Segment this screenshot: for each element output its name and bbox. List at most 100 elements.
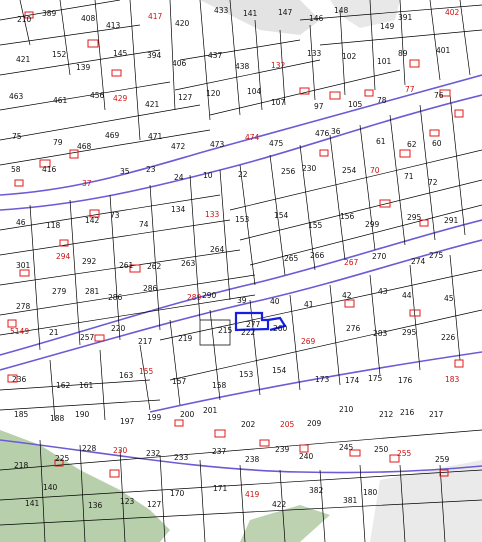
parcel-label[interactable]: 276	[346, 324, 361, 333]
parcel-label[interactable]: 279	[52, 287, 67, 296]
parcel-label[interactable]: 215	[218, 326, 233, 335]
parcel-label[interactable]: 162	[56, 381, 71, 390]
parcel-label[interactable]: 286	[108, 293, 123, 302]
parcel-label[interactable]: 170	[170, 489, 185, 498]
parcel-label[interactable]: 228	[82, 444, 97, 453]
parcel-label[interactable]: 173	[315, 375, 330, 384]
parcel-label[interactable]: 10	[203, 171, 213, 180]
parcel-label[interactable]: 413	[106, 21, 121, 30]
parcel-label[interactable]: 134	[171, 205, 186, 214]
parcel-label[interactable]: 132	[271, 61, 286, 70]
parcel-label[interactable]: 21	[49, 328, 59, 337]
parcel-label[interactable]: 154	[272, 366, 287, 375]
parcel-label[interactable]: 226	[441, 333, 456, 342]
parcel-label[interactable]: 171	[213, 484, 228, 493]
parcel-label[interactable]: 176	[398, 376, 413, 385]
parcel-label[interactable]: 202	[241, 420, 256, 429]
parcel-label[interactable]: 155	[139, 367, 154, 376]
parcel-label[interactable]: 261	[119, 261, 134, 270]
parcel-label[interactable]: 153	[235, 215, 250, 224]
parcel-label[interactable]: 158	[212, 381, 227, 390]
parcel-label[interactable]: 75	[12, 132, 22, 141]
parcel-label[interactable]: 35	[120, 167, 130, 176]
parcel-label[interactable]: 107	[271, 98, 286, 107]
parcel-label[interactable]: 421	[16, 55, 31, 64]
parcel-label[interactable]: 145	[113, 49, 128, 58]
parcel-label[interactable]: 292	[82, 257, 97, 266]
parcel-label[interactable]: 175	[368, 374, 383, 383]
parcel-label[interactable]: 401	[436, 46, 451, 55]
parcel-label[interactable]: 218	[14, 461, 29, 470]
parcel-label[interactable]: 188	[50, 414, 65, 423]
parcel-label[interactable]: 230	[302, 164, 317, 173]
parcel-label[interactable]: 209	[307, 419, 322, 428]
parcel-label[interactable]: 437	[208, 51, 223, 60]
parcel-label[interactable]: 406	[172, 59, 187, 68]
parcel-label[interactable]: 40	[270, 297, 280, 306]
parcel-label[interactable]: 299	[365, 220, 380, 229]
parcel-label[interactable]: 210	[17, 15, 32, 24]
parcel-label[interactable]: 142	[85, 216, 100, 225]
parcel-label[interactable]: 157	[172, 377, 187, 386]
parcel-label[interactable]: 42	[342, 291, 352, 300]
parcel-label[interactable]: 163	[119, 371, 134, 380]
parcel-label[interactable]: 155	[308, 221, 323, 230]
parcel-label[interactable]: 474	[245, 133, 260, 142]
parcel-label[interactable]: 476	[315, 129, 330, 138]
parcel-label[interactable]: 408	[81, 14, 96, 23]
parcel-label[interactable]: 118	[46, 221, 61, 230]
parcel-label[interactable]: 461	[53, 96, 68, 105]
parcel-label[interactable]: 22	[238, 170, 248, 179]
parcel-label[interactable]: 232	[146, 449, 161, 458]
parcel-label[interactable]: 278	[16, 302, 31, 311]
parcel-label[interactable]: 240	[299, 452, 314, 461]
parcel-label[interactable]: 260	[273, 324, 288, 333]
parcel-label[interactable]: 127	[178, 93, 193, 102]
parcel-label[interactable]: 259	[435, 455, 450, 464]
cadastral-map[interactable]: 210 389 408 413 417 420 433 141 147 146 148 149 391 4…	[0, 0, 482, 542]
parcel-label[interactable]: 236	[12, 375, 27, 384]
parcel-label[interactable]: 238	[245, 455, 260, 464]
parcel-label[interactable]: 71	[404, 172, 414, 181]
parcel-label[interactable]: 473	[210, 140, 225, 149]
parcel-label[interactable]: 283	[373, 329, 388, 338]
parcel-label[interactable]: 120	[206, 89, 221, 98]
parcel-label[interactable]: 265	[284, 254, 299, 263]
parcel-label[interactable]: 245	[339, 443, 354, 452]
parcel-label[interactable]: 471	[148, 132, 163, 141]
parcel-label[interactable]: 149	[380, 22, 395, 31]
parcel-label[interactable]: 291	[444, 216, 459, 225]
parcel-label[interactable]: 104	[247, 87, 262, 96]
parcel-label[interactable]: 419	[245, 490, 260, 499]
parcel-label[interactable]: 141	[25, 499, 40, 508]
parcel-label[interactable]: 156	[340, 212, 355, 221]
parcel-label[interactable]: 205	[280, 420, 295, 429]
parcel-label[interactable]: 72	[428, 178, 438, 187]
parcel-label[interactable]: 101	[377, 57, 392, 66]
parcel-label[interactable]: 233	[174, 453, 189, 462]
parcel-label[interactable]: 5149	[10, 327, 29, 336]
parcel-label[interactable]: 429	[113, 94, 128, 103]
parcel-label[interactable]: 222	[241, 328, 256, 337]
parcel-label[interactable]: 199	[147, 413, 162, 422]
parcel-label[interactable]: 133	[307, 49, 322, 58]
parcel-label[interactable]: 463	[9, 92, 24, 101]
parcel-label[interactable]: 185	[14, 410, 29, 419]
parcel-label[interactable]: 290	[202, 291, 217, 300]
parcel-label[interactable]: 267	[344, 258, 359, 267]
parcel-label[interactable]: 438	[235, 62, 250, 71]
parcel-label[interactable]: 270	[372, 252, 387, 261]
parcel-label[interactable]: 212	[379, 410, 394, 419]
parcel-label[interactable]: 402	[445, 8, 460, 17]
parcel-label[interactable]: 216	[400, 408, 415, 417]
parcel-label[interactable]: 475	[269, 139, 284, 148]
parcel-label[interactable]: 254	[342, 166, 357, 175]
parcel-label[interactable]: 37	[82, 179, 92, 188]
parcel-label[interactable]: 422	[272, 500, 287, 509]
parcel-label[interactable]: 256	[281, 167, 296, 176]
parcel-label[interactable]: 382	[309, 486, 324, 495]
parcel-label[interactable]: 420	[175, 19, 190, 28]
parcel-label[interactable]: 220	[111, 324, 126, 333]
parcel-label[interactable]: 44	[402, 291, 412, 300]
parcel-label[interactable]: 394	[147, 51, 162, 60]
